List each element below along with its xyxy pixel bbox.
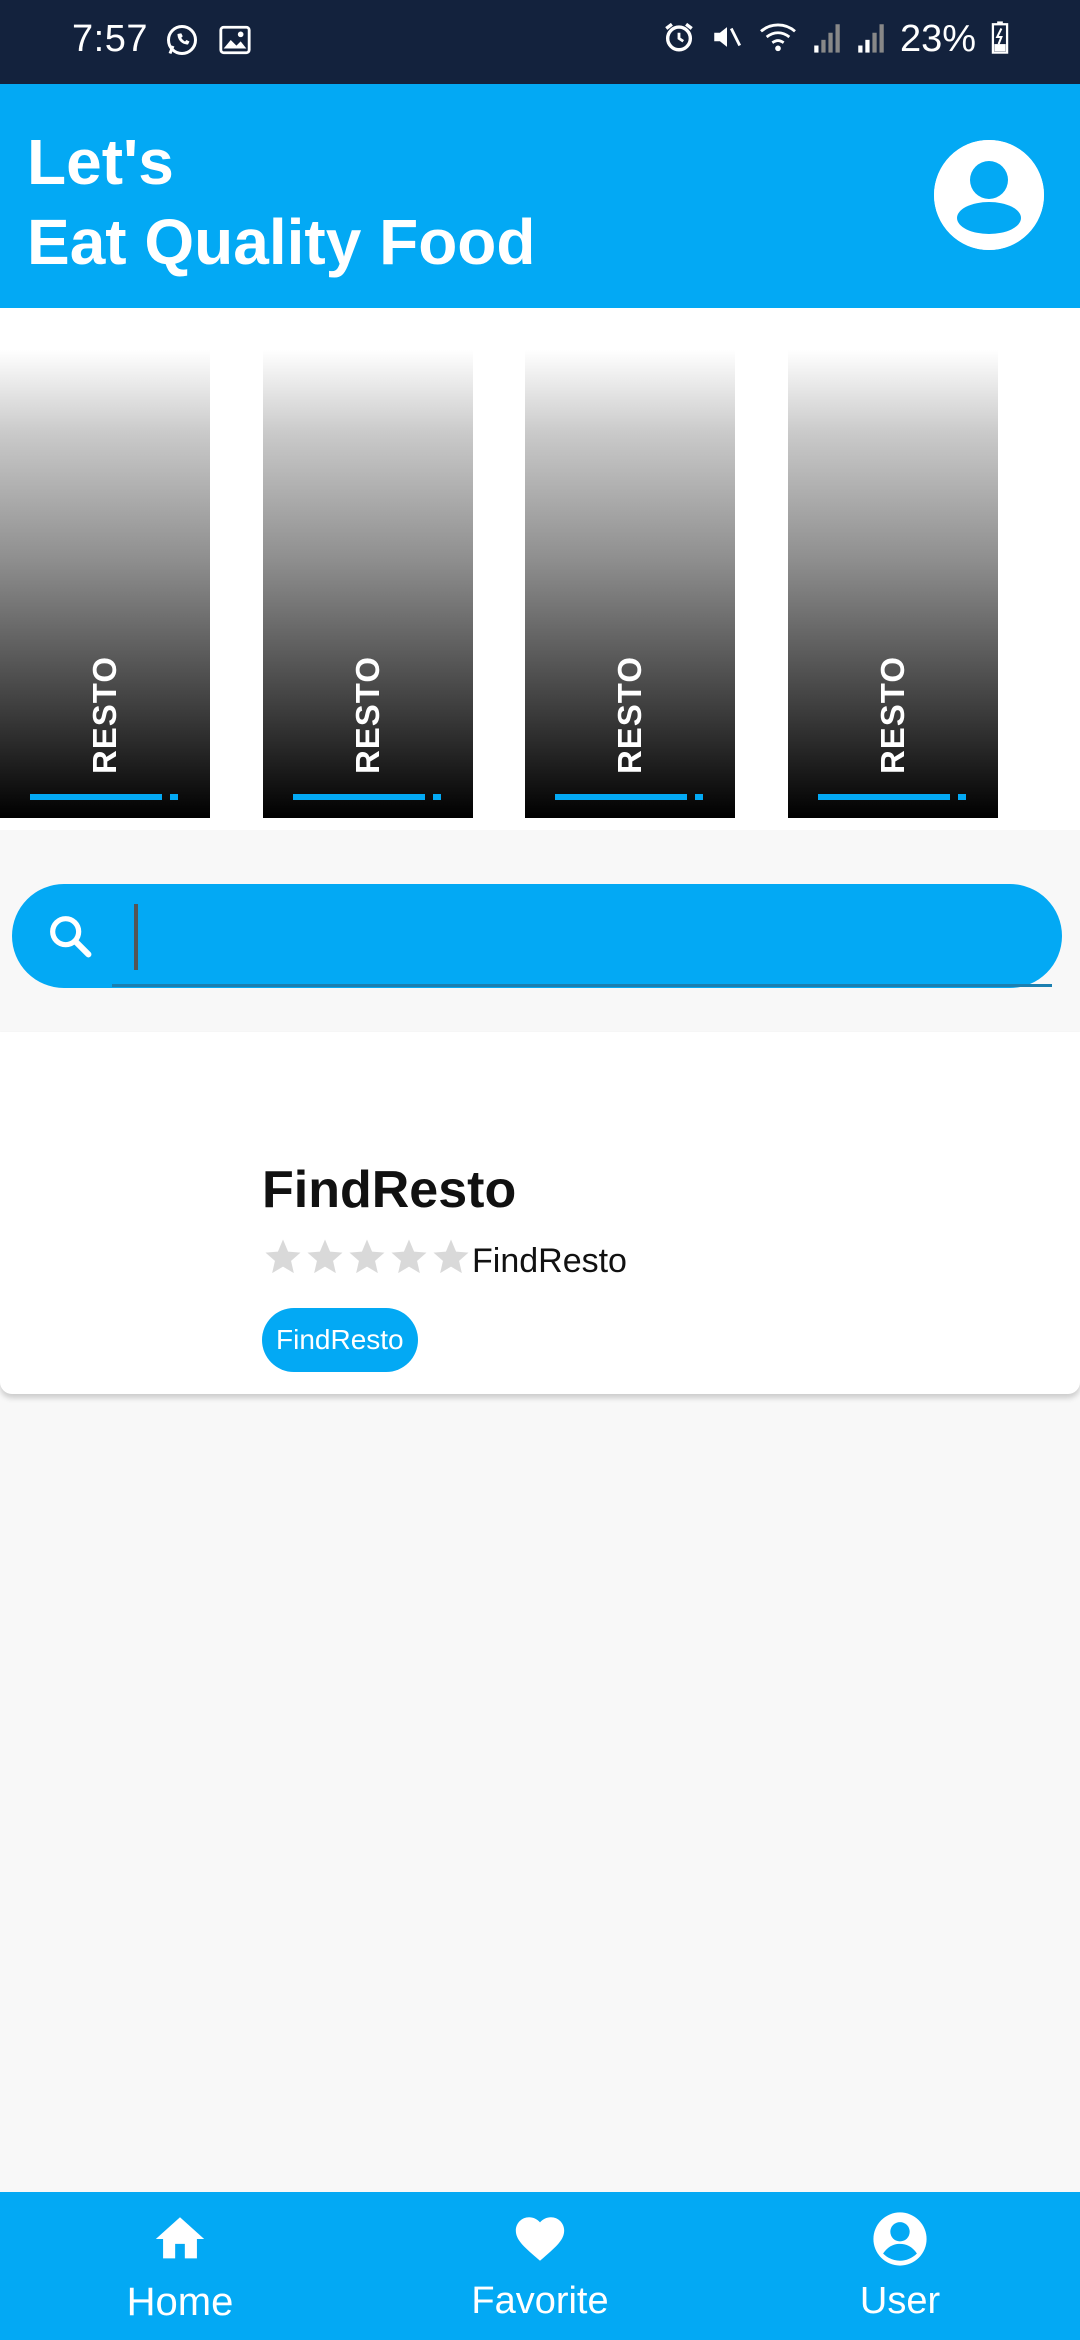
- resto-card[interactable]: RESTO: [263, 350, 473, 818]
- nav-favorite-label: Favorite: [471, 2280, 609, 2322]
- resto-name: FindResto: [262, 1161, 517, 1219]
- signal-icon: [856, 20, 886, 59]
- nav-user-label: User: [859, 2280, 941, 2322]
- resto-card[interactable]: RESTO: [788, 350, 998, 818]
- resto-card[interactable]: RESTO: [0, 350, 210, 818]
- star-icon: [391, 1239, 427, 1274]
- card-indicator-dot: [170, 794, 178, 800]
- text-cursor: [134, 904, 138, 970]
- home-icon: [151, 2210, 209, 2273]
- bottom-navigation: Home Favorite User: [0, 2192, 1080, 2340]
- nav-home[interactable]: Home: [0, 2192, 360, 2340]
- nav-favorite[interactable]: Favorite: [360, 2192, 720, 2340]
- card-indicator-dot: [958, 794, 966, 800]
- card-indicator-bar: [818, 794, 950, 800]
- battery-charging-icon: [990, 20, 1010, 59]
- star-icon: [265, 1239, 301, 1274]
- heart-icon: [511, 2210, 569, 2273]
- resto-card-label: RESTO: [86, 655, 123, 775]
- resto-card-label: RESTO: [611, 655, 648, 775]
- nav-home-label: Home: [126, 2280, 234, 2324]
- category-chip[interactable]: FindResto: [262, 1308, 418, 1372]
- title-line-2: Eat Quality Food: [27, 206, 536, 278]
- signal-icon: [812, 20, 842, 59]
- nav-user[interactable]: User: [720, 2192, 1080, 2340]
- card-indicator-bar: [555, 794, 687, 800]
- card-indicator-dot: [695, 794, 703, 800]
- star-icon: [433, 1239, 469, 1274]
- rating-stars: [262, 1236, 472, 1278]
- page-title: Let's Eat Quality Food: [27, 122, 535, 282]
- search-bar[interactable]: [12, 884, 1062, 988]
- resto-carousel[interactable]: RESTO RESTO RESTO RESTO: [0, 308, 1080, 830]
- search-input[interactable]: [112, 884, 1032, 988]
- battery-percent: 23%: [899, 18, 976, 60]
- wifi-icon: [758, 20, 798, 59]
- star-icon: [307, 1239, 343, 1274]
- account-circle-icon: [934, 140, 1044, 250]
- status-left-icons: [164, 22, 252, 63]
- app-header: Let's Eat Quality Food: [0, 84, 1080, 308]
- card-indicator-bar: [293, 794, 425, 800]
- title-line-1: Let's: [27, 126, 174, 198]
- mute-icon: [710, 20, 744, 59]
- account-circle-icon: [871, 2210, 929, 2273]
- resto-subtitle: FindResto: [472, 1242, 627, 1280]
- gallery-icon: [218, 23, 252, 62]
- resto-card-label: RESTO: [349, 655, 386, 775]
- whatsapp-icon: [164, 22, 200, 63]
- status-time: 7:57: [72, 18, 148, 60]
- alarm-icon: [662, 20, 696, 59]
- card-indicator-dot: [433, 794, 441, 800]
- profile-button[interactable]: [934, 140, 1044, 250]
- star-icon: [349, 1239, 385, 1274]
- resto-card[interactable]: RESTO: [525, 350, 735, 818]
- status-bar: 7:57 23%: [0, 0, 1080, 84]
- resto-list-item[interactable]: FindResto FindResto FindResto: [0, 1032, 1080, 1394]
- status-right-icons: 23%: [662, 18, 1010, 61]
- search-icon[interactable]: [44, 910, 96, 967]
- card-indicator-bar: [30, 794, 162, 800]
- resto-card-label: RESTO: [874, 655, 911, 775]
- search-underline: [112, 984, 1052, 987]
